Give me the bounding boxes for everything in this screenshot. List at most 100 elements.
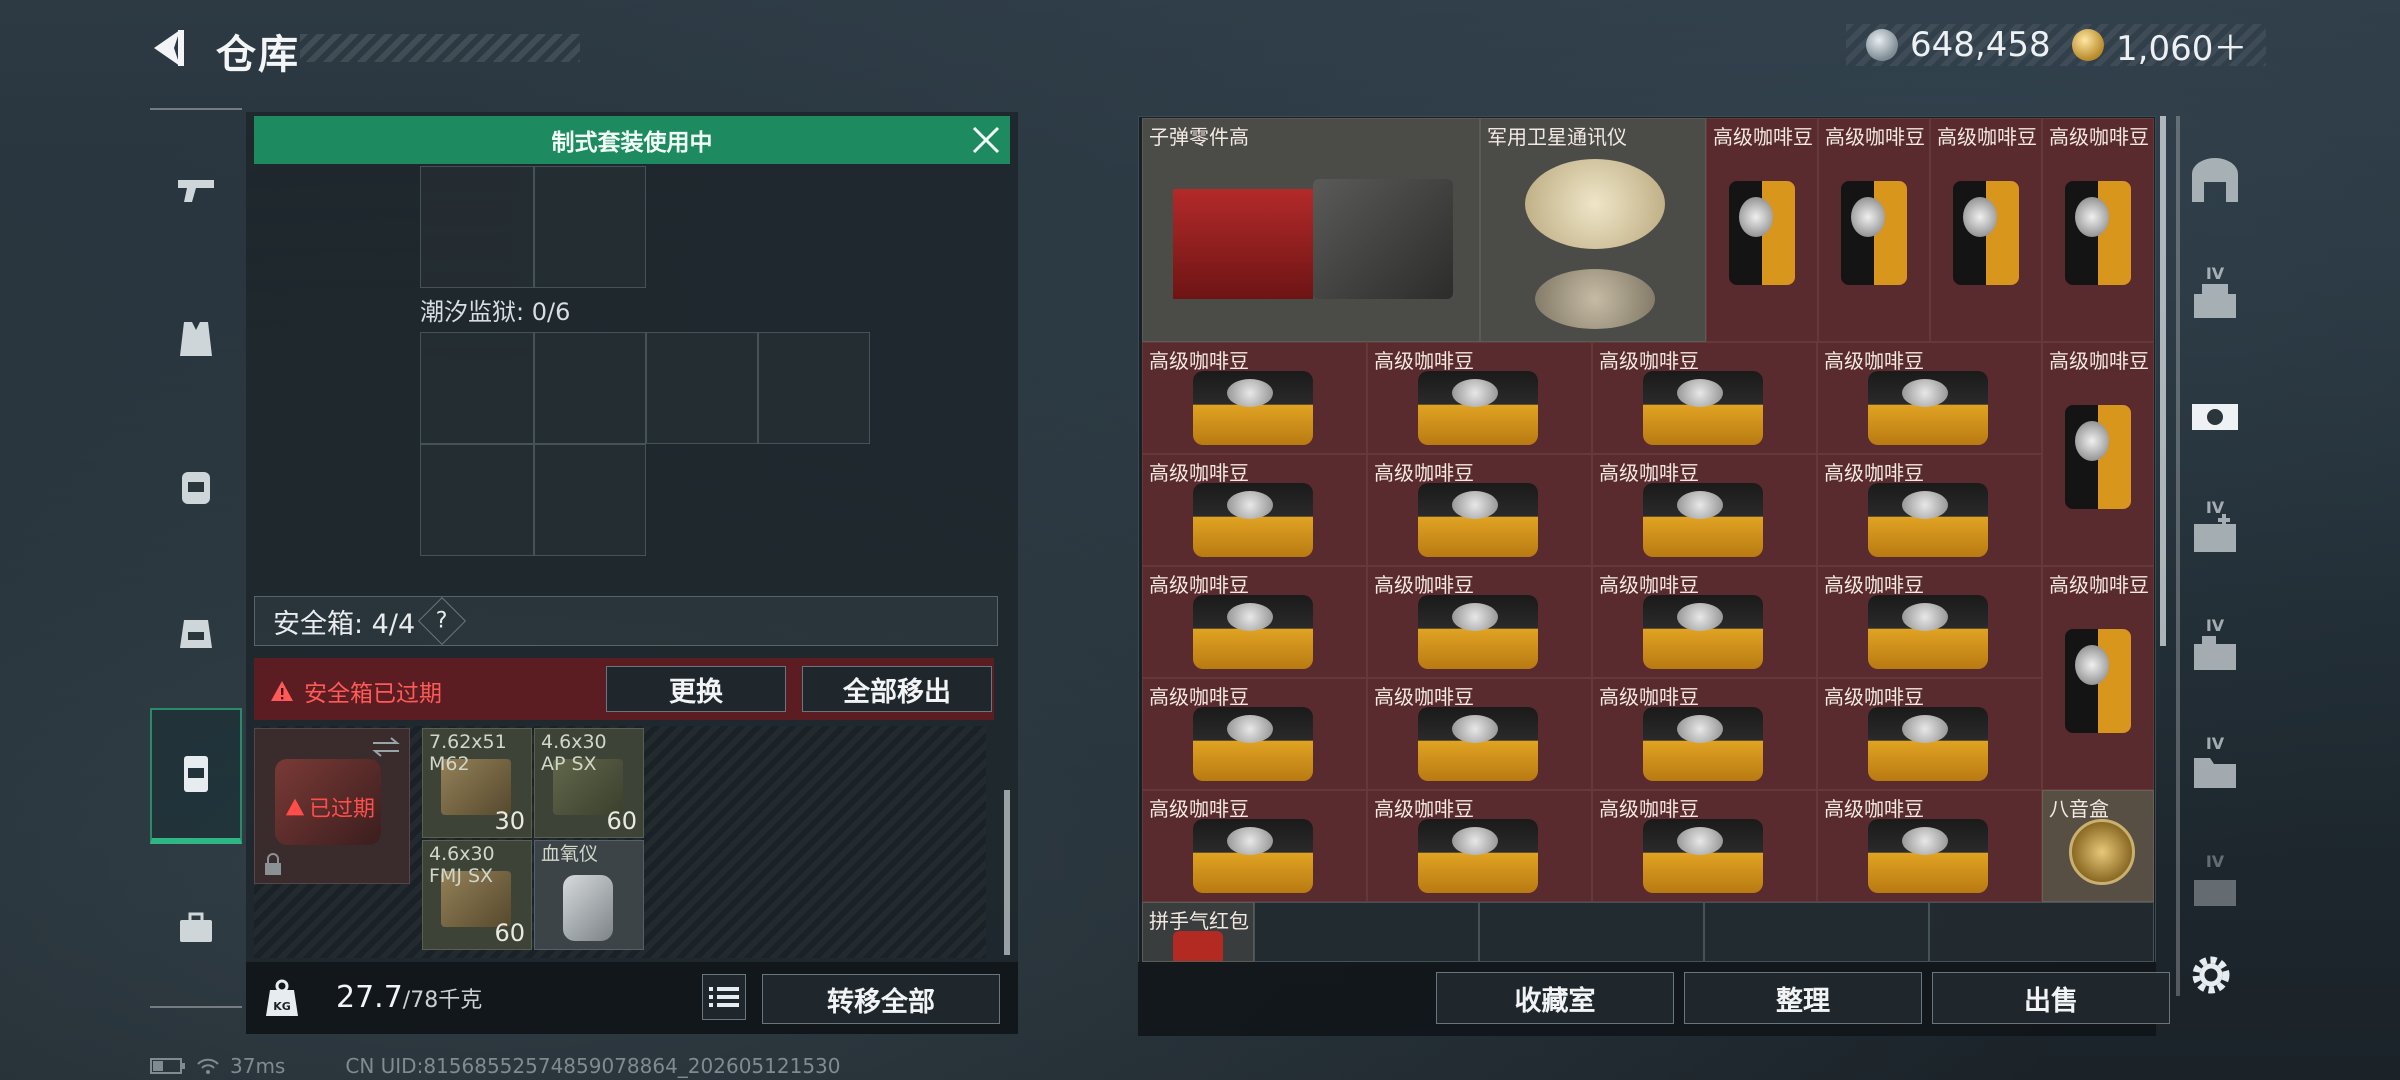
- uid-text: CN UID:8156855257485907886​4_20260512153…: [345, 1054, 841, 1078]
- item-coffee[interactable]: 高级咖啡豆: [1592, 342, 1817, 454]
- item-label: 高级咖啡豆: [1713, 125, 1813, 149]
- container-slot[interactable]: [420, 444, 534, 556]
- container-slot[interactable]: [758, 332, 870, 444]
- item-red-packet[interactable]: 拼手气红包: [1142, 902, 1254, 962]
- ammo-name: 7.62x51 M62: [429, 731, 507, 775]
- container-slot[interactable]: [646, 332, 758, 444]
- coffee-bag-image: [1418, 371, 1538, 445]
- warehouse-tab-4[interactable]: IV: [2180, 616, 2250, 686]
- warehouse-tab-6-locked[interactable]: IV: [2180, 852, 2250, 922]
- item-coffee[interactable]: 高级咖啡豆: [1817, 678, 2042, 790]
- item-coffee[interactable]: 高级咖啡豆: [1592, 566, 1817, 678]
- replace-button[interactable]: 更换: [606, 666, 786, 712]
- move-all-out-button[interactable]: 全部移出: [802, 666, 992, 712]
- container-slot[interactable]: [534, 166, 646, 288]
- safebox-expired-text: 已过期: [309, 797, 376, 822]
- rig-icon: [180, 620, 212, 648]
- empty-slot[interactable]: [1254, 902, 1479, 962]
- warehouse-tab-2[interactable]: [2180, 380, 2250, 450]
- sell-button[interactable]: 出售: [1932, 972, 2170, 1024]
- item-coffee[interactable]: 高级咖啡豆: [2042, 118, 2154, 342]
- close-icon: [972, 126, 1000, 154]
- item-coffee[interactable]: 高级咖啡豆: [1817, 790, 2042, 902]
- item-satellite-phone[interactable]: 军用卫星通讯仪: [1480, 118, 1706, 342]
- coffee-bag-image: [1841, 181, 1907, 285]
- ammo-item[interactable]: 4.6x30 FMJ SX 60: [422, 840, 532, 950]
- red-packet-image: [1173, 931, 1223, 961]
- item-label: 高级咖啡豆: [1824, 349, 1924, 373]
- warehouse-tab-3[interactable]: IV: [2180, 498, 2250, 568]
- item-coffee[interactable]: 高级咖啡豆: [1367, 566, 1592, 678]
- transfer-all-button[interactable]: 转移全部: [762, 974, 1000, 1024]
- gear-icon: [2192, 956, 2230, 994]
- warehouse-scrollbar[interactable]: [2160, 116, 2166, 646]
- item-coffee[interactable]: 高级咖啡豆: [1142, 454, 1367, 566]
- ammo-name: 4.6x30 FMJ SX: [429, 843, 495, 887]
- nav-safebox[interactable]: [150, 708, 242, 844]
- item-coffee[interactable]: 高级咖啡豆: [1142, 678, 1367, 790]
- item-coffee[interactable]: 高级咖啡豆: [1592, 454, 1817, 566]
- item-coffee[interactable]: 高级咖啡豆: [1706, 118, 1818, 342]
- back-button[interactable]: [148, 26, 192, 70]
- nav-weapons[interactable]: [150, 130, 242, 250]
- item-music-box[interactable]: 八音盒: [2042, 790, 2154, 902]
- item-coffee[interactable]: 高级咖啡豆: [1817, 342, 2042, 454]
- nav-armor[interactable]: [150, 278, 242, 398]
- coffee-bag-image: [2065, 629, 2131, 733]
- banner-close-button[interactable]: [968, 122, 1004, 158]
- item-coffee[interactable]: 高级咖啡豆: [1142, 566, 1367, 678]
- item-coffee[interactable]: 高级咖啡豆: [1367, 454, 1592, 566]
- ping-value: 37ms: [230, 1054, 286, 1078]
- list-view-button[interactable]: [702, 974, 746, 1020]
- settings-button[interactable]: [2186, 950, 2236, 1000]
- item-coffee[interactable]: 高级咖啡豆: [2042, 342, 2154, 566]
- item-label: 高级咖啡豆: [2049, 349, 2149, 373]
- tier-tag: IV: [2205, 498, 2225, 517]
- item-coffee[interactable]: 高级咖啡豆: [1817, 454, 2042, 566]
- container-slot[interactable]: [534, 332, 646, 444]
- oximeter-item[interactable]: 血氧仪: [534, 840, 644, 950]
- item-coffee[interactable]: 高级咖啡豆: [1817, 566, 2042, 678]
- currency-silver: 648,458: [1866, 24, 2051, 66]
- item-coffee[interactable]: 高级咖啡豆: [1818, 118, 1930, 342]
- empty-slot[interactable]: [1704, 902, 1929, 962]
- nav-rig[interactable]: [150, 572, 242, 692]
- item-coffee[interactable]: 高级咖啡豆: [1367, 678, 1592, 790]
- nav-toolbox[interactable]: [150, 868, 242, 988]
- collection-room-button[interactable]: 收藏室: [1436, 972, 1674, 1024]
- item-coffee[interactable]: 高级咖啡豆: [1142, 342, 1367, 454]
- item-bullet-parts[interactable]: 子弹零件高: [1142, 118, 1480, 342]
- warehouse-tab-main[interactable]: [2180, 146, 2250, 216]
- nav-backpack[interactable]: [150, 426, 242, 546]
- container-slot[interactable]: [420, 166, 534, 288]
- item-coffee[interactable]: 高级咖啡豆: [1592, 678, 1817, 790]
- warehouse-tab-5[interactable]: IV: [2180, 734, 2250, 804]
- item-coffee[interactable]: 高级咖啡豆: [2042, 566, 2154, 790]
- item-coffee[interactable]: 高级咖啡豆: [1367, 342, 1592, 454]
- equipment-scrollbar[interactable]: [1004, 790, 1010, 955]
- item-coffee[interactable]: 高级咖啡豆: [1592, 790, 1817, 902]
- organize-button[interactable]: 整理: [1684, 972, 1922, 1024]
- item-coffee[interactable]: 高级咖啡豆: [1142, 790, 1367, 902]
- currency-gold[interactable]: 1,060＋: [2072, 24, 2247, 69]
- empty-slot[interactable]: [1479, 902, 1704, 962]
- warehouse-tab-1[interactable]: IV: [2180, 264, 2250, 334]
- coffee-bag-image: [1418, 483, 1538, 557]
- item-label: 高级咖啡豆: [1374, 461, 1474, 485]
- ammo-item[interactable]: 4.6x30 AP SX 60: [534, 728, 644, 838]
- safebox-header: 安全箱: 4/4 ?: [254, 596, 998, 646]
- help-button[interactable]: ?: [418, 596, 467, 646]
- safebox-item[interactable]: 已过期: [254, 728, 410, 884]
- ammo-item[interactable]: 7.62x51 M62 30: [422, 728, 532, 838]
- item-coffee[interactable]: 高级咖啡豆: [1367, 790, 1592, 902]
- coffee-bag-image: [1643, 371, 1763, 445]
- container-slot[interactable]: [420, 332, 534, 444]
- item-label: 高级咖啡豆: [1599, 461, 1699, 485]
- svg-text:KG: KG: [273, 1000, 291, 1013]
- empty-slot[interactable]: [1929, 902, 2154, 962]
- coffee-bag-image: [1193, 707, 1313, 781]
- container-slot[interactable]: [534, 444, 646, 556]
- gold-coin-icon: [2072, 29, 2104, 61]
- item-coffee[interactable]: 高级咖啡豆: [1930, 118, 2042, 342]
- item-label: 高级咖啡豆: [1824, 461, 1924, 485]
